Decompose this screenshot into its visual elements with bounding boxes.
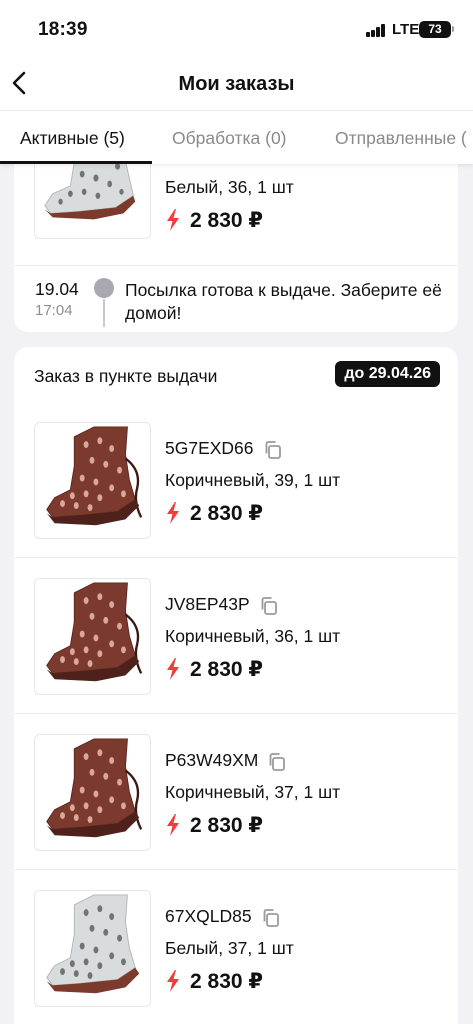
order-status-label: Заказ в пункте выдачи [34,366,218,386]
divider [14,869,458,870]
battery-tip [452,26,454,32]
divider [14,713,458,714]
timeline-date: 19.04 [35,279,79,299]
timeline-message: Посылка готова к выдаче. Заберите её дом… [125,280,442,323]
bolt-icon [167,814,179,836]
timeline-dot [94,278,114,298]
tab-bar: Активные (5) Обработка (0) Отправленные … [0,110,473,164]
bolt-icon [167,502,179,524]
boot-image-white [35,164,150,238]
bolt-icon [167,209,179,231]
network-label: LTE [392,21,420,38]
product-variant: Коричневый, 37, 1 шт [165,782,341,802]
order-card-pickup: Заказ в пункте выдачи до 29.04.26 5G7EXD… [14,347,458,1024]
product-price: 2 830 ₽ [190,814,263,837]
tab-processing[interactable]: Обработка (0) [172,128,287,149]
status-bar: 18:39 LTE 73 [0,0,473,58]
product-price: 2 830 ₽ [190,209,263,232]
divider [14,557,458,558]
copy-icon[interactable] [259,596,279,616]
product-variant: Коричневый, 36, 1 шт [165,626,341,646]
tab-shipped[interactable]: Отправленные ( [335,128,467,149]
bolt-icon [167,970,179,992]
product-price: 2 830 ₽ [190,658,263,681]
product-variant: Коричневый, 39, 1 шт [165,470,341,490]
divider [14,265,458,266]
bolt-icon [167,658,179,680]
signal-icon [366,24,386,37]
copy-icon[interactable] [261,908,281,928]
product-sku: 67XQLD85 [165,906,252,926]
timeline-time: 17:04 [35,302,73,319]
tab-active[interactable]: Активные (5) [20,128,125,149]
tab-active-indicator [0,161,152,164]
product-variant: Белый, 36, 1 шт [165,177,294,197]
product-image[interactable] [34,734,151,851]
product-price: 2 830 ₽ [190,970,263,993]
order-card: Белый, 36, 1 шт 2 830 ₽ 19.04 17:04 Посы… [14,164,458,332]
product-sku: P63W49XM [165,750,259,770]
copy-icon[interactable] [263,440,283,460]
orders-list[interactable]: Белый, 36, 1 шт 2 830 ₽ 19.04 17:04 Посы… [0,164,473,1024]
product-image[interactable] [34,578,151,695]
deadline-badge: до 29.04.26 [335,361,440,387]
battery-icon: 73 [419,21,451,38]
product-price: 2 830 ₽ [190,502,263,525]
product-sku: 5G7EXD66 [165,438,254,458]
timeline-line [103,299,105,327]
product-image[interactable] [34,422,151,539]
page-title: Мои заказы [178,73,295,95]
status-time: 18:39 [38,19,88,40]
product-image[interactable] [34,164,151,239]
copy-icon[interactable] [267,752,287,772]
nav-header: Мои заказы [0,58,473,110]
product-image[interactable] [34,890,151,1007]
product-variant: Белый, 37, 1 шт [165,938,294,958]
product-sku: JV8EP43P [165,594,250,614]
